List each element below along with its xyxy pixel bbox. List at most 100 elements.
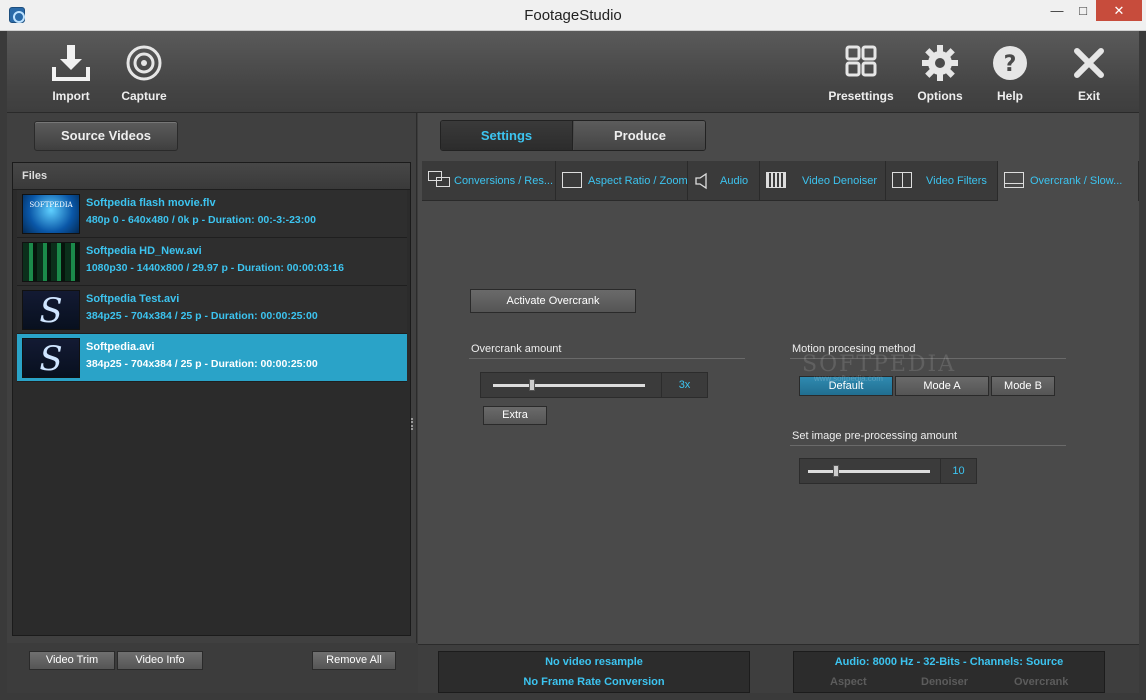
video-thumbnail: SOFTPEDIA [22,194,80,234]
aspect-status: Aspect [830,676,867,688]
video-info-button[interactable]: Video Info [117,651,203,670]
softpedia-watermark-url: www.softpedia.com [814,374,883,383]
file-name: Softpedia HD_New.avi [86,245,202,257]
tab-video-filters[interactable]: Video Filters [886,161,998,201]
mode-b-button[interactable]: Mode B [991,376,1055,396]
file-meta: 384p25 - 704x384 / 25 p - Duration: 00:0… [86,310,318,322]
slider-handle[interactable] [833,465,839,477]
file-meta: 384p25 - 704x384 / 25 p - Duration: 00:0… [86,358,318,370]
files-list: Files SOFTPEDIA Softpedia flash movie.fl… [12,162,411,636]
preprocessing-label: Set image pre-processing amount [792,430,958,442]
source-videos-button[interactable]: Source Videos [34,121,178,151]
settings-tabs: Conversions / Res... Aspect Ratio / Zoom… [422,161,1139,201]
tab-video-denoiser[interactable]: Video Denoiser [760,161,886,201]
file-row[interactable]: Softpedia HD_New.avi 1080p30 - 1440x800 … [17,238,407,286]
overcrank-settings: Activate Overcrank Overcrank amount 3x E… [422,202,1139,642]
presettings-button[interactable]: Presettings [823,43,899,103]
tab-conversions[interactable]: Conversions / Res... [422,161,556,201]
audio-status: Audio: 8000 Hz - 32-Bits - Channels: Sou… [834,656,1064,668]
video-trim-button[interactable]: Video Trim [29,651,115,670]
main-toolbar: Import Capture Presettings Options ? Hel… [7,31,1139,113]
svg-text:?: ? [1004,52,1017,77]
video-thumbnail: S [22,290,80,330]
thumbnail-text: SOFTPEDIA [29,201,73,209]
resample-status: No video resample [545,656,643,668]
frame-rate-status: No Frame Rate Conversion [523,676,665,688]
tab-label: Audio [720,175,749,187]
status-bar: No video resample No Frame Rate Conversi… [418,644,1139,693]
video-status-box: No video resample No Frame Rate Conversi… [438,651,750,693]
options-button[interactable]: Options [902,43,978,103]
maximize-button[interactable]: □ [1070,0,1096,21]
mode-a-button[interactable]: Mode A [895,376,989,396]
audio-status-box: Audio: 8000 Hz - 32-Bits - Channels: Sou… [793,651,1105,693]
capture-label: Capture [121,89,167,103]
extra-button[interactable]: Extra [483,406,547,425]
mode-switch: Settings Produce [440,120,706,151]
tab-label: Overcrank / Slow... [1030,175,1123,187]
panel-splitter-handle[interactable] [411,418,414,430]
denoiser-icon [766,172,786,188]
file-row-selected[interactable]: S Softpedia.avi 384p25 - 704x384 / 25 p … [17,334,407,382]
minimize-button[interactable]: — [1044,0,1070,21]
conversions-icon-back [436,177,450,187]
tab-label: Video Denoiser [802,175,878,187]
tab-audio[interactable]: Audio [688,161,760,201]
file-meta: 1080p30 - 1440x800 / 29.97 p - Duration:… [86,262,344,274]
files-header: Files [13,163,410,190]
preprocessing-value: 10 [940,459,976,483]
overcrank-status: Overcrank [1014,676,1069,688]
overcrank-icon [1004,172,1024,188]
tab-label: Video Filters [926,175,987,187]
filters-icon [892,172,912,188]
help-button[interactable]: ? Help [972,43,1048,103]
file-row[interactable]: S Softpedia Test.avi 384p25 - 704x384 / … [17,286,407,334]
remove-all-button[interactable]: Remove All [312,651,396,670]
exit-icon [1074,48,1104,78]
settings-panel: Settings Produce Conversions / Res... As… [418,113,1139,693]
divider [790,445,1066,446]
overcrank-amount-value: 3x [661,373,707,397]
help-label: Help [996,89,1023,103]
slider-handle[interactable] [529,379,535,391]
file-name: Softpedia Test.avi [86,293,180,305]
overcrank-amount-slider[interactable]: 3x [480,372,708,398]
help-icon: ? [993,46,1027,80]
overcrank-amount-label: Overcrank amount [471,343,562,355]
close-window-button[interactable]: ✕ [1096,0,1142,21]
app-frame: Import Capture Presettings Options ? Hel… [7,31,1139,693]
file-row[interactable]: SOFTPEDIA Softpedia flash movie.flv 480p… [17,190,407,238]
options-label: Options [917,89,963,103]
video-thumbnail [22,242,80,282]
tab-aspect-ratio[interactable]: Aspect Ratio / Zoom [556,161,688,201]
settings-tab-button[interactable]: Settings [441,121,573,150]
tab-label: Aspect Ratio / Zoom [588,175,688,187]
presettings-icon [845,45,877,77]
title-bar: FootageStudio — □ ✕ [0,0,1146,31]
file-name: Softpedia flash movie.flv [86,197,216,209]
import-label: Import [52,89,90,103]
import-icon [52,45,90,81]
presettings-label: Presettings [828,89,894,103]
preprocessing-slider[interactable]: 10 [799,458,977,484]
produce-tab-button[interactable]: Produce [574,121,705,150]
source-panel: Source Videos Files SOFTPEDIA Softpedia … [7,113,417,693]
video-thumbnail: S [22,338,80,378]
import-button[interactable]: Import [33,43,109,103]
tab-label: Conversions / Res... [454,175,554,187]
capture-button[interactable]: Capture [106,43,182,103]
slider-track [493,384,645,387]
slider-track [808,470,930,473]
exit-button[interactable]: Exit [1051,43,1127,103]
left-bottom-bar: Video Trim Video Info Remove All [7,643,417,693]
file-meta: 480p 0 - 640x480 / 0k p - Duration: 00:-… [86,214,316,226]
window-title: FootageStudio [524,7,622,24]
activate-overcrank-button[interactable]: Activate Overcrank [470,289,636,313]
divider [469,358,745,359]
tab-overcrank[interactable]: Overcrank / Slow... [998,161,1139,201]
file-name: Softpedia.avi [86,341,155,353]
speaker-icon [695,172,707,190]
gear-icon [922,45,958,81]
denoiser-status: Denoiser [921,676,969,688]
aspect-ratio-icon [562,172,582,188]
